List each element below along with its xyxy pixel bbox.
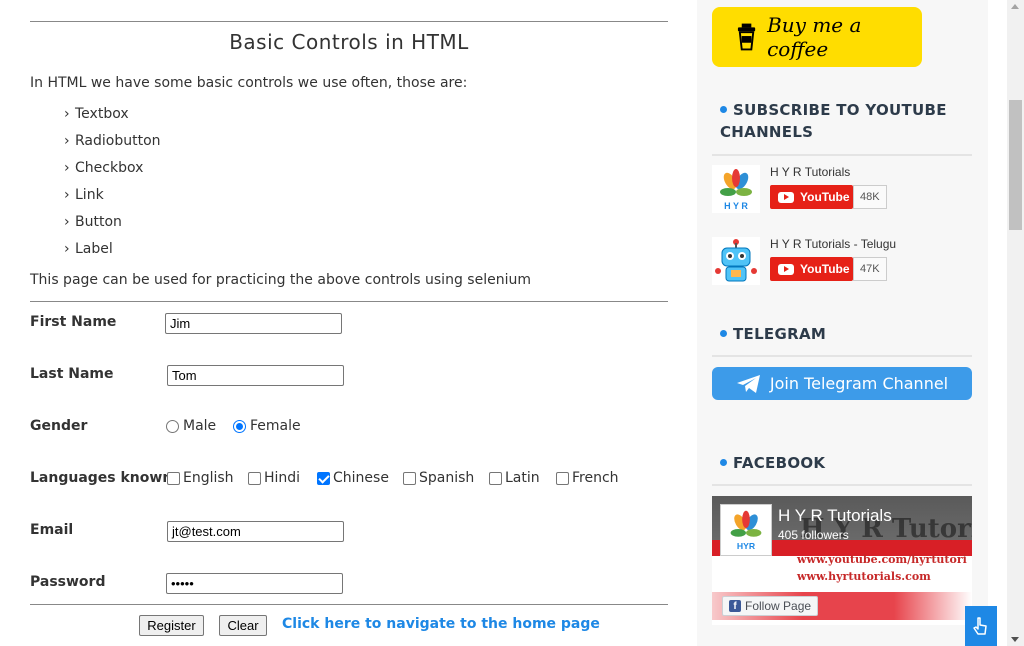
cover-url-youtube: www.youtube.com/hyrtutori — [797, 553, 967, 566]
scroll-up-arrow-icon[interactable] — [1011, 4, 1019, 9]
form-top-divider — [30, 301, 668, 302]
bullet-icon — [720, 106, 727, 113]
channel-name[interactable]: H Y R Tutorials — [770, 165, 850, 179]
page-scrollbar[interactable] — [1007, 0, 1024, 646]
male-radio[interactable] — [166, 419, 179, 433]
email-input[interactable]: jt@test.com — [167, 521, 344, 542]
gender-male-option[interactable]: Male — [166, 418, 216, 434]
facebook-section-rule — [712, 484, 972, 486]
language-latin-option[interactable]: Latin — [489, 470, 540, 486]
cover-url-site: www.hyrtutorials.com — [797, 570, 931, 583]
facebook-followers: 405 followers — [778, 528, 849, 542]
language-french-option[interactable]: French — [556, 470, 619, 486]
hyr-logo-icon: HYR — [720, 504, 772, 556]
facebook-page-widget[interactable]: H Y R Tutoria www.youtube.com/hyrtutori … — [712, 496, 972, 625]
svg-text:H Y R: H Y R — [724, 201, 748, 211]
female-radio[interactable] — [233, 419, 246, 433]
svg-text:HYR: HYR — [737, 541, 756, 551]
youtube-play-icon — [778, 263, 794, 275]
form-bottom-divider — [30, 604, 668, 605]
chevron-right-icon: › — [64, 187, 70, 203]
chinese-checkbox[interactable] — [317, 471, 330, 485]
buy-me-a-coffee-button[interactable]: Buy me a coffee — [712, 7, 922, 67]
floating-action-button[interactable] — [965, 606, 997, 646]
register-button[interactable]: Register — [139, 615, 204, 636]
gender-label: Gender — [30, 418, 88, 434]
scroll-down-arrow-icon[interactable] — [1011, 637, 1019, 642]
youtube-section-title: SUBSCRIBE TO YOUTUBE CHANNELS — [720, 101, 947, 141]
language-chinese-option[interactable]: Chinese — [317, 470, 389, 486]
facebook-icon: f — [729, 600, 741, 612]
youtube-subscribe-button[interactable]: YouTube — [770, 257, 853, 281]
last-name-input[interactable]: Tom — [167, 365, 344, 386]
telegram-section-title: TELEGRAM — [720, 323, 826, 345]
english-checkbox[interactable] — [167, 471, 180, 485]
gender-female-option[interactable]: Female — [233, 418, 301, 434]
hyr-logo-icon: H Y R — [712, 165, 760, 213]
language-hindi-option[interactable]: Hindi — [248, 470, 300, 486]
subscriber-count: 48K — [853, 185, 887, 209]
spanish-checkbox[interactable] — [403, 471, 416, 485]
controls-list: › Textbox › Radiobutton › Checkbox › Link › B… — [64, 106, 161, 268]
first-name-label: First Name — [30, 314, 117, 330]
join-telegram-button[interactable]: Join Telegram Channel — [712, 367, 972, 400]
chevron-right-icon: › — [64, 106, 70, 122]
bullet-icon — [720, 459, 727, 466]
telegram-icon — [736, 374, 760, 393]
clear-button[interactable]: Clear — [219, 615, 267, 636]
first-name-input[interactable]: Jim — [165, 313, 342, 334]
coffee-label: Buy me a coffee — [767, 13, 862, 61]
home-page-link[interactable]: Click here to navigate to the home page — [282, 616, 600, 632]
french-checkbox[interactable] — [556, 471, 569, 485]
youtube-subscribe-button[interactable]: YouTube — [770, 185, 853, 209]
list-item: › Link — [64, 187, 104, 203]
practice-note: This page can be used for practicing the… — [30, 272, 531, 288]
top-divider — [30, 21, 668, 22]
telegram-section-rule — [712, 355, 972, 357]
channel-name[interactable]: H Y R Tutorials - Telugu — [770, 237, 896, 251]
coffee-cup-icon — [737, 23, 756, 51]
youtube-channel-row: H Y R H Y R Tutorials YouTube 48K — [712, 165, 972, 215]
hindi-checkbox[interactable] — [248, 471, 261, 485]
scrollbar-thumb[interactable] — [1009, 100, 1022, 230]
facebook-section-title: FACEBOOK — [720, 452, 825, 474]
youtube-section-rule — [712, 154, 972, 156]
email-label: Email — [30, 522, 74, 538]
list-item: › Radiobutton — [64, 133, 161, 149]
follow-page-button[interactable]: f Follow Page — [722, 596, 819, 616]
password-label: Password — [30, 574, 106, 590]
pointer-hand-icon — [973, 617, 987, 635]
chevron-right-icon: › — [64, 241, 70, 257]
list-item: › Textbox — [64, 106, 129, 122]
youtube-channel-row: H Y R Tutorials - Telugu YouTube 47K — [712, 237, 972, 287]
latin-checkbox[interactable] — [489, 471, 502, 485]
robot-logo-icon — [712, 237, 760, 285]
last-name-label: Last Name — [30, 366, 114, 382]
list-item: › Label — [64, 241, 113, 257]
sidebar: Buy me a coffee SUBSCRIBE TO YOUTUBE CHA… — [697, 0, 988, 646]
list-item: › Checkbox — [64, 160, 144, 176]
bullet-icon — [720, 330, 727, 337]
chevron-right-icon: › — [64, 160, 70, 176]
chevron-right-icon: › — [64, 133, 70, 149]
language-english-option[interactable]: English — [167, 470, 234, 486]
main-content: Basic Controls in HTML In HTML we have s… — [0, 0, 697, 646]
subscriber-count: 47K — [853, 257, 887, 281]
page-title: Basic Controls in HTML — [229, 30, 469, 54]
languages-label: Languages known — [30, 470, 173, 486]
list-item: › Button — [64, 214, 122, 230]
password-input[interactable]: ••••• — [166, 573, 343, 594]
language-spanish-option[interactable]: Spanish — [403, 470, 474, 486]
chevron-right-icon: › — [64, 214, 70, 230]
facebook-page-name[interactable]: H Y R Tutorials — [778, 506, 892, 526]
youtube-play-icon — [778, 191, 794, 203]
intro-text: In HTML we have some basic controls we u… — [30, 75, 468, 91]
